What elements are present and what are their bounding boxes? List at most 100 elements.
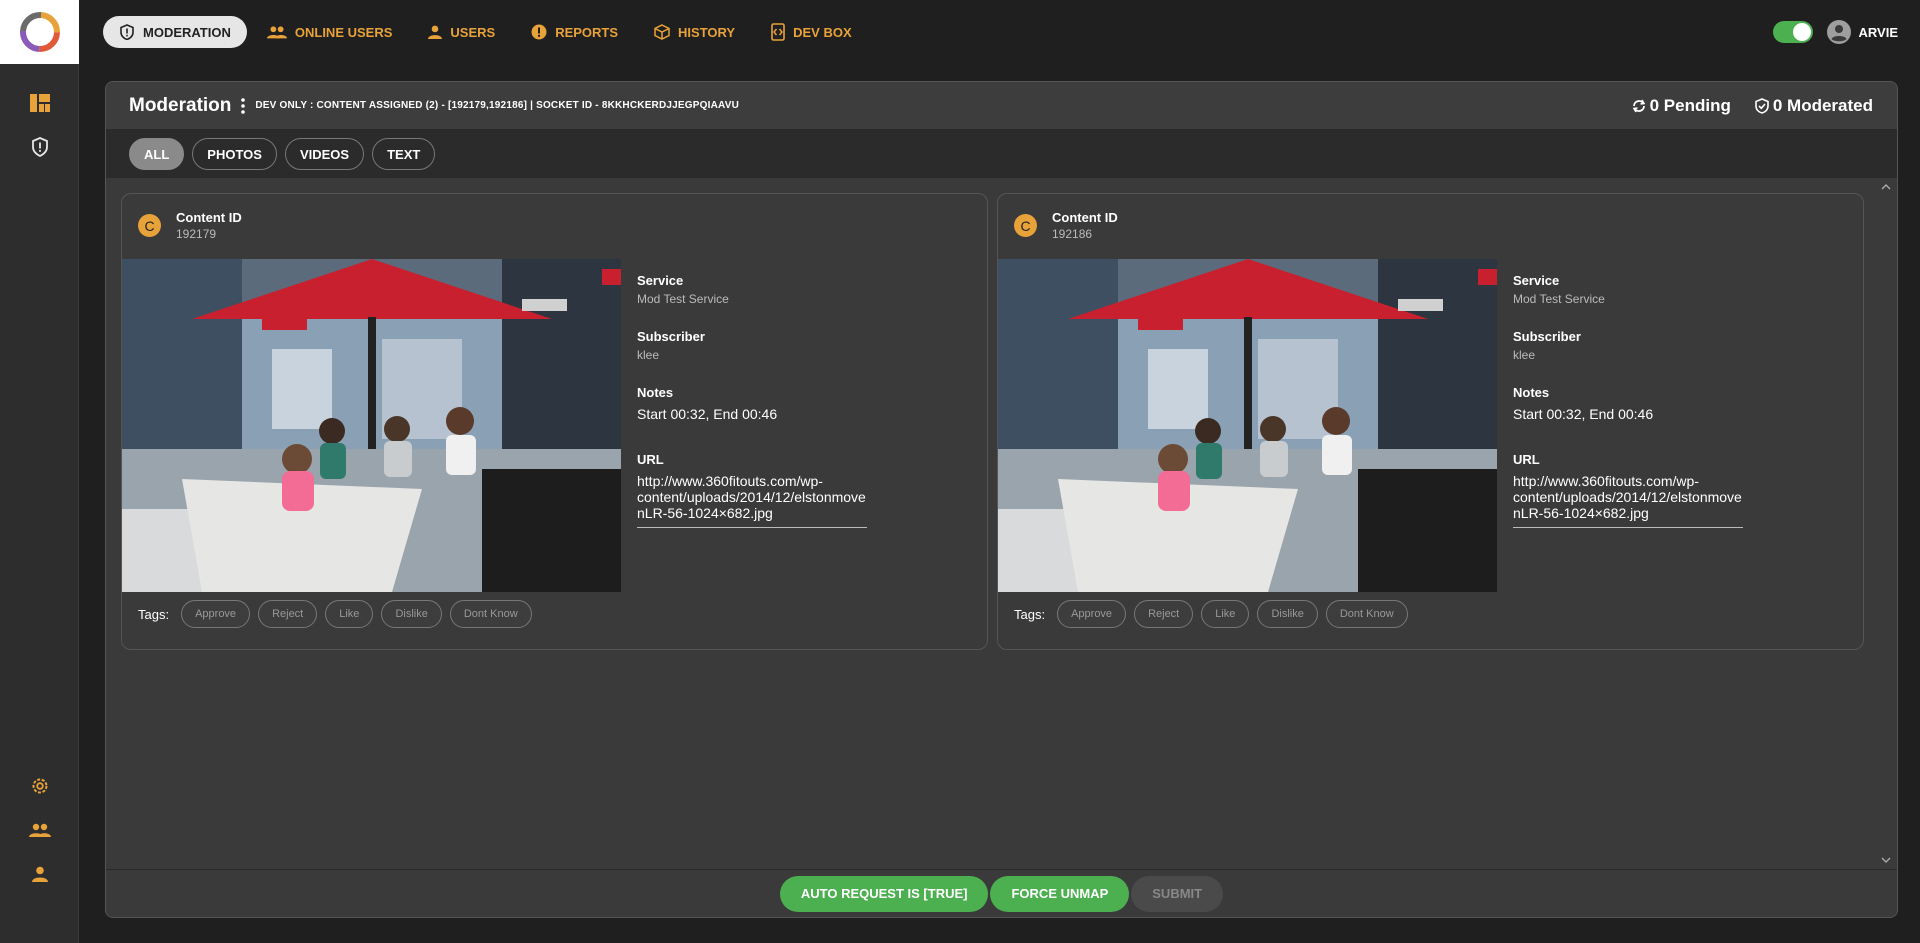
nav-users[interactable]: USERS [412, 16, 511, 48]
more-vert-icon[interactable] [241, 97, 246, 114]
notes-value: Start 00:32, End 00:46 [637, 406, 778, 422]
nav-history[interactable]: HISTORY [638, 16, 751, 48]
tag-approve[interactable]: Approve [181, 600, 251, 628]
avatar: C [138, 214, 161, 237]
service-label: Service [1513, 273, 1560, 288]
content-id-value: 192179 [176, 227, 217, 241]
avatar: C [1014, 214, 1037, 237]
tags-row: Tags: Approve Reject Like Dislike Dont K… [1014, 600, 1408, 628]
nav-moderation-label: MODERATION [143, 24, 231, 40]
group-icon [266, 26, 287, 39]
content-id-value: 192186 [1052, 227, 1093, 241]
notes-value: Start 00:32, End 00:46 [1513, 406, 1654, 422]
moderation-panel: Moderation DEV ONLY : CONTENT ASSIGNED (… [105, 81, 1898, 918]
url-link[interactable]: http://www.360fitouts.com/wp-content/upl… [637, 473, 867, 528]
notes-label: Notes [1513, 385, 1550, 400]
nav-dev-box-label: DEV BOX [793, 24, 852, 40]
url-link[interactable]: http://www.360fitouts.com/wp-content/upl… [1513, 473, 1743, 528]
notes-label: Notes [637, 385, 674, 400]
group-icon[interactable] [0, 815, 79, 845]
filter-photos[interactable]: PHOTOS [192, 138, 277, 170]
service-value: Mod Test Service [1513, 292, 1605, 306]
pending-count: 0 Pending [1649, 96, 1731, 115]
user-menu[interactable]: ARVIE [1826, 20, 1899, 44]
card-header: C Content ID 192186 [1014, 210, 1118, 241]
nav-online-users[interactable]: ONLINE USERS [251, 16, 409, 48]
shield-check-icon [1755, 98, 1769, 114]
left-sidebar [0, 0, 79, 943]
content-image[interactable] [998, 259, 1497, 592]
url-label: URL [1513, 452, 1540, 467]
content-area[interactable]: C Content ID 192179 Service Mod Test Ser… [106, 178, 1897, 869]
nav-dev-box[interactable]: DEV BOX [755, 16, 868, 48]
pending-counter: 0 Pending [1632, 96, 1731, 116]
nav-online-users-label: ONLINE USERS [294, 24, 393, 40]
nav-reports-label: REPORTS [555, 24, 619, 40]
sync-icon [1632, 99, 1645, 113]
person-icon [428, 25, 443, 39]
subscriber-value: klee [1513, 348, 1536, 362]
filter-text[interactable]: TEXT [372, 138, 436, 170]
user-name: ARVIE [1858, 24, 1899, 40]
service-label: Service [637, 273, 684, 288]
scroll-down-icon[interactable] [1879, 853, 1893, 867]
logo-ring-icon [19, 12, 60, 52]
nav-users-label: USERS [450, 24, 496, 40]
scroll-up-icon[interactable] [1879, 180, 1893, 194]
counters: 0 Pending 0 Moderated [1632, 82, 1873, 130]
tag-like[interactable]: Like [1201, 600, 1250, 628]
theme-toggle[interactable] [1772, 21, 1813, 43]
panel-footer: AUTO REQUEST IS [TRUE] FORCE UNMAP SUBMI… [106, 869, 1897, 917]
content-image[interactable] [122, 259, 621, 592]
nav-history-label: HISTORY [678, 24, 736, 40]
tag-dont-know[interactable]: Dont Know [1325, 600, 1408, 628]
shield-alert-icon [120, 24, 134, 40]
filter-all[interactable]: ALL [129, 138, 185, 170]
auto-request-button[interactable]: AUTO REQUEST IS [TRUE] [779, 875, 989, 912]
top-navigation: MODERATION ONLINE USERS USERS REPORTS HI… [80, 0, 1920, 64]
tags-label: Tags: [1014, 606, 1046, 622]
alert-circle-icon [531, 24, 547, 40]
url-label: URL [637, 452, 664, 467]
tag-reject[interactable]: Reject [258, 600, 318, 628]
tag-dislike[interactable]: Dislike [1257, 600, 1318, 628]
card-header: C Content ID 192179 [138, 210, 242, 241]
submit-button[interactable]: SUBMIT [1131, 875, 1224, 912]
content-meta: Service Mod Test Service Subscriber klee… [1513, 273, 1853, 528]
tags-label: Tags: [138, 606, 170, 622]
subscriber-value: klee [637, 348, 660, 362]
tag-approve[interactable]: Approve [1057, 600, 1127, 628]
tag-like[interactable]: Like [325, 600, 374, 628]
nav-moderation[interactable]: MODERATION [103, 16, 247, 48]
tags-row: Tags: Approve Reject Like Dislike Dont K… [138, 600, 532, 628]
person-icon[interactable] [0, 859, 79, 889]
content-meta: Service Mod Test Service Subscriber klee… [637, 273, 977, 528]
content-id-label: Content ID [1052, 210, 1118, 225]
page-title: Moderation [129, 94, 232, 116]
content-card: C Content ID 192179 Service Mod Test Ser… [121, 193, 988, 650]
dev-info-text: DEV ONLY : CONTENT ASSIGNED (2) - [19217… [255, 100, 739, 111]
code-file-icon [771, 23, 785, 41]
content-id-label: Content ID [176, 210, 242, 225]
shield-alert-icon[interactable] [0, 132, 79, 162]
nav-reports[interactable]: REPORTS [515, 16, 634, 48]
cube-icon [654, 24, 670, 40]
tag-dislike[interactable]: Dislike [381, 600, 442, 628]
moderated-count: 0 Moderated [1772, 96, 1873, 115]
subscriber-label: Subscriber [637, 329, 705, 344]
settings-gear-icon[interactable] [0, 771, 79, 801]
tag-dont-know[interactable]: Dont Know [449, 600, 532, 628]
content-card: C Content ID 192186 Service Mod Test Ser… [997, 193, 1864, 650]
service-value: Mod Test Service [637, 292, 729, 306]
dashboard-icon[interactable] [0, 88, 79, 118]
force-unmap-button[interactable]: FORCE UNMAP [990, 875, 1130, 912]
account-circle-icon [1826, 20, 1851, 44]
app-logo[interactable] [0, 0, 79, 64]
content-filter-bar: ALL PHOTOS VIDEOS TEXT [106, 130, 1897, 178]
panel-header: Moderation DEV ONLY : CONTENT ASSIGNED (… [106, 82, 1897, 130]
filter-videos[interactable]: VIDEOS [284, 138, 365, 170]
moderated-counter: 0 Moderated [1755, 96, 1873, 116]
subscriber-label: Subscriber [1513, 329, 1581, 344]
nav-right-group: ARVIE [1772, 0, 1899, 64]
tag-reject[interactable]: Reject [1134, 600, 1194, 628]
